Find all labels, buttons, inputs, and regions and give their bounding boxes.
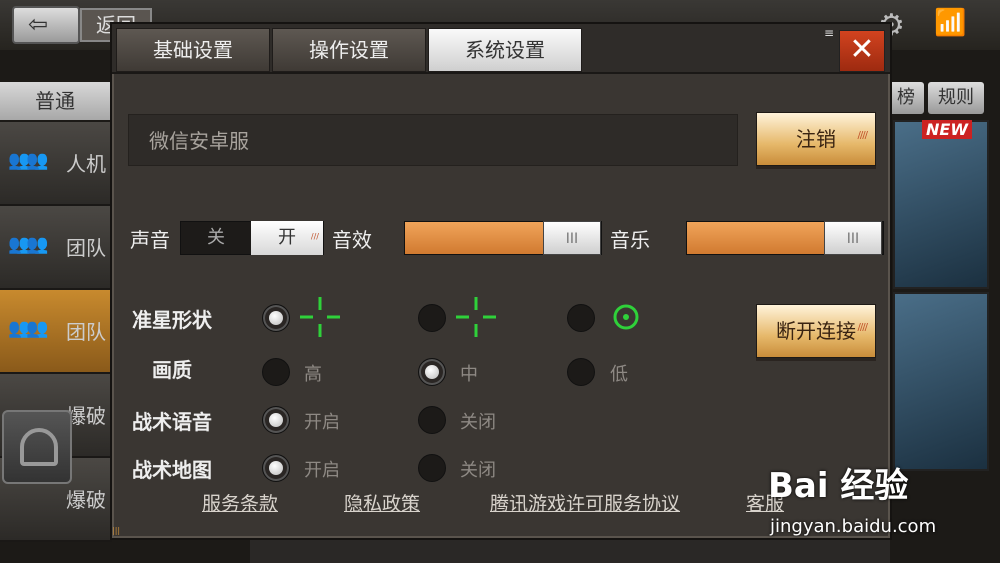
- tactical-map-radio-off[interactable]: [418, 454, 446, 482]
- music-label: 音乐: [610, 228, 650, 252]
- corner-stripes-icon: |||: [112, 526, 121, 535]
- back-arrow-icon: ⇦: [28, 10, 49, 38]
- quality-radio-medium[interactable]: [418, 358, 446, 386]
- mode-item[interactable]: 👥👥 团队: [0, 206, 112, 290]
- rules-button[interactable]: 规则: [928, 82, 984, 114]
- tab-bar: 基础设置 操作设置 系统设置 ≡ ✕: [112, 24, 890, 74]
- stripes-icon: ////: [857, 130, 869, 141]
- music-slider[interactable]: III: [686, 221, 884, 255]
- crosshair-label: 准星形状: [132, 308, 212, 332]
- back-button[interactable]: ⇦: [12, 6, 80, 44]
- mode-tab-normal[interactable]: 普通: [0, 82, 110, 120]
- music-slider-fill: [687, 222, 824, 254]
- account-name-field: 微信安卓服: [128, 114, 738, 166]
- sfx-label: 音效: [332, 228, 372, 252]
- map-card[interactable]: [893, 120, 989, 289]
- close-button[interactable]: ✕: [839, 30, 885, 72]
- license-agreement-link[interactable]: 腾讯游戏许可服务协议: [490, 489, 680, 516]
- stripes-icon: ////: [857, 322, 869, 333]
- map-card[interactable]: [893, 292, 989, 471]
- quality-option-low[interactable]: 低: [610, 360, 628, 386]
- quality-option-medium[interactable]: 中: [460, 360, 478, 386]
- tactical-voice-option-off[interactable]: 关闭: [460, 408, 496, 434]
- music-slider-thumb[interactable]: III: [824, 221, 882, 255]
- quality-label: 画质: [152, 358, 192, 382]
- crosshair-circle-dot-icon: [613, 304, 639, 330]
- wifi-icon: 📶: [934, 8, 967, 38]
- tactical-voice-radio-off[interactable]: [418, 406, 446, 434]
- sfx-slider[interactable]: III: [404, 221, 602, 255]
- mode-item-label: 团队: [66, 320, 106, 344]
- quality-radio-high[interactable]: [262, 358, 290, 386]
- terms-of-service-link[interactable]: 服务条款: [202, 489, 278, 516]
- menu-icon: ≡: [824, 26, 835, 40]
- sound-on-option[interactable]: 开 ///: [251, 221, 323, 255]
- sound-toggle[interactable]: 关 开 ///: [180, 221, 324, 255]
- disconnect-button[interactable]: 断开连接////: [756, 304, 876, 358]
- new-badge: NEW: [922, 120, 972, 139]
- mode-item[interactable]: 👥👥 人机: [0, 122, 112, 206]
- privacy-policy-link[interactable]: 隐私政策: [344, 489, 420, 516]
- tactical-map-option-off[interactable]: 关闭: [460, 456, 496, 482]
- leaderboard-button[interactable]: 榜: [888, 82, 924, 114]
- tactical-voice-radio-on[interactable]: [262, 406, 290, 434]
- baidu-watermark-url: jingyan.baidu.com: [770, 516, 937, 537]
- tactical-map-radio-on[interactable]: [262, 454, 290, 482]
- sound-on-label: 开: [278, 227, 296, 248]
- logout-label: 注销: [796, 127, 836, 151]
- crosshair-open-icon: [300, 297, 340, 337]
- mode-item-label: 爆破: [66, 404, 106, 428]
- quality-option-high[interactable]: 高: [304, 360, 322, 386]
- sound-off-option[interactable]: 关: [181, 222, 251, 254]
- tactical-voice-label: 战术语音: [132, 410, 212, 434]
- stripes-icon: ///: [310, 232, 319, 241]
- mode-item-label: 团队: [66, 236, 106, 260]
- home-icon: [20, 428, 58, 466]
- tactical-voice-option-on[interactable]: 开启: [304, 408, 340, 434]
- mode-item-label: 人机: [66, 152, 106, 176]
- disconnect-label: 断开连接: [776, 319, 856, 343]
- group-icon: 👥👥: [8, 234, 49, 255]
- tab-control-settings[interactable]: 操作设置: [272, 28, 426, 72]
- group-icon: 👥👥: [8, 318, 49, 339]
- crosshair-radio-3[interactable]: [567, 304, 595, 332]
- tactical-map-option-on[interactable]: 开启: [304, 456, 340, 482]
- home-button[interactable]: [2, 410, 72, 484]
- logout-button[interactable]: 注销 ////: [756, 112, 876, 166]
- crosshair-radio-1[interactable]: [262, 304, 290, 332]
- group-icon: 👥👥: [8, 150, 49, 171]
- crosshair-open-icon: [456, 297, 496, 337]
- tactical-map-label: 战术地图: [132, 458, 212, 482]
- sfx-slider-fill: [405, 222, 543, 254]
- mode-item[interactable]: 👥👥 团队: [0, 290, 112, 374]
- quality-radio-low[interactable]: [567, 358, 595, 386]
- crosshair-radio-2[interactable]: [418, 304, 446, 332]
- tab-basic-settings[interactable]: 基础设置: [116, 28, 270, 72]
- sfx-slider-thumb[interactable]: III: [543, 221, 601, 255]
- mode-item-label: 爆破: [66, 488, 106, 512]
- baidu-watermark-logo: Bai 经验: [768, 466, 909, 506]
- tab-system-settings[interactable]: 系统设置: [428, 28, 582, 72]
- sound-label: 声音: [130, 228, 170, 252]
